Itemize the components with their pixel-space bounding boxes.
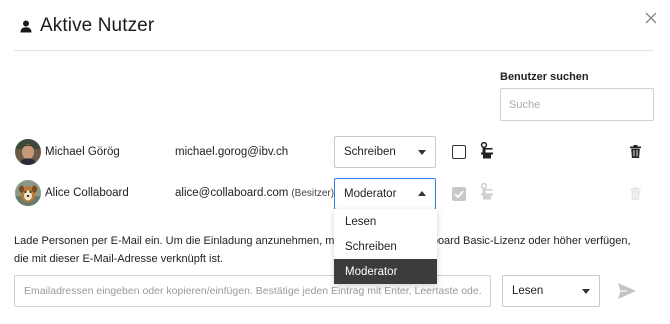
permission-checkbox[interactable]: [452, 145, 466, 159]
avatar: [15, 180, 41, 206]
user-email: michael.gorog@ibv.ch: [175, 146, 289, 158]
chevron-down-icon: [418, 150, 426, 155]
send-icon[interactable]: [617, 282, 637, 300]
user-icon: [20, 19, 32, 33]
close-icon[interactable]: [643, 10, 659, 26]
permission-checkbox[interactable]: [452, 187, 466, 201]
checkmark-icon: [454, 190, 464, 199]
header-divider: [14, 50, 654, 51]
presenter-icon[interactable]: [480, 141, 494, 159]
trash-icon[interactable]: [630, 145, 641, 158]
role-option-moderator[interactable]: Moderator: [334, 259, 437, 284]
user-email: alice@collaboard.com (Besitzer): [175, 187, 334, 199]
trash-icon[interactable]: [630, 187, 641, 200]
owner-tag: (Besitzer): [291, 188, 335, 199]
invite-permission-select[interactable]: Lesen: [502, 275, 600, 307]
dialog-header: Aktive Nutzer: [20, 14, 154, 38]
role-option-lesen[interactable]: Lesen: [334, 209, 437, 234]
user-email-address: alice@collaboard.com: [175, 187, 289, 199]
role-select-value: Moderator: [344, 188, 397, 200]
search-input[interactable]: [500, 88, 654, 121]
presenter-icon[interactable]: [480, 182, 494, 200]
role-dropdown-menu: Lesen Schreiben Moderator: [334, 209, 437, 284]
user-name: Michael Görög: [45, 146, 120, 158]
role-option-schreiben[interactable]: Schreiben: [334, 234, 437, 259]
invite-permission-value: Lesen: [512, 285, 544, 297]
avatar: [15, 139, 41, 165]
user-name: Alice Collaboard: [45, 187, 129, 199]
dialog-title: Aktive Nutzer: [40, 15, 155, 36]
info-line-1-right: ollaboard Basic-Lizenz oder höher verfüg…: [414, 235, 631, 247]
chevron-down-icon: [582, 289, 590, 294]
role-select-value: Schreiben: [344, 146, 396, 158]
info-line-1-left: Lade Personen per E-Mail ein. Um die Ein…: [14, 235, 361, 247]
role-select[interactable]: Schreiben: [334, 136, 436, 168]
chevron-up-icon: [418, 191, 426, 196]
role-select[interactable]: Moderator: [334, 178, 436, 210]
search-label: Benutzer suchen: [500, 71, 589, 83]
